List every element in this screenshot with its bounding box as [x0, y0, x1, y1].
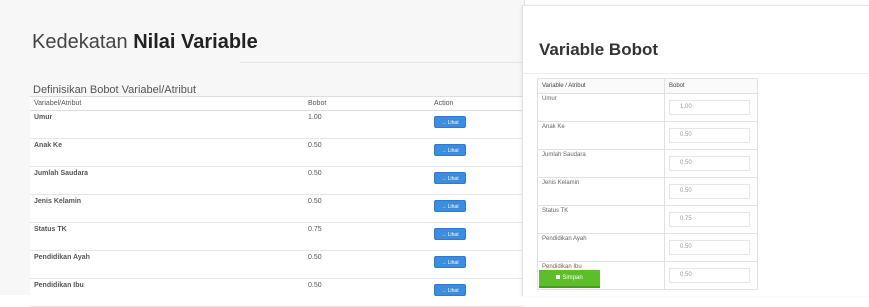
action-cell: → Lihat [430, 222, 524, 251]
variable-name: Pendidikan Ibu [30, 278, 304, 307]
table-row: Umur 1.00 → Lihat [30, 110, 524, 139]
form-bobot-cell: 0.50 [664, 177, 758, 206]
bobot-input[interactable]: 0.50 [669, 128, 750, 143]
table-row: Jumlah Saudara 0.50 → Lihat [30, 166, 524, 195]
lihat-button[interactable]: → Lihat [434, 228, 466, 240]
variable-bobot: 0.50 [304, 250, 430, 279]
action-cell: → Lihat [430, 138, 524, 167]
form-bobot-cell: 0.75 [664, 205, 758, 234]
form-variable-name: Status TK [537, 205, 665, 234]
form-row: Jumlah Saudara 0.50 [537, 149, 758, 178]
variable-bobot: 0.50 [304, 138, 430, 167]
variable-name: Umur [30, 110, 304, 139]
header-variable-atribut: Variable / Atribut [537, 78, 665, 94]
form-variable-name: Pendidikan Ayah [537, 233, 665, 262]
action-cell: → Lihat [430, 250, 524, 279]
header-action: Action [430, 96, 524, 111]
form-title-divider [523, 73, 869, 74]
table-row: Pendidikan Ayah 0.50 → Lihat [30, 250, 524, 279]
lihat-button[interactable]: → Lihat [434, 172, 466, 184]
variable-bobot: 0.50 [304, 166, 430, 195]
form-variable-name: Jenis Kelamin [537, 177, 665, 206]
form-row: Umur 1.00 [537, 93, 758, 122]
action-cell: → Lihat [430, 278, 524, 307]
form-header-row: Variable / Atribut Bobot [537, 78, 758, 94]
action-cell: → Lihat [430, 110, 524, 139]
form-row: Status TK 0.75 [537, 205, 758, 234]
lihat-button[interactable]: → Lihat [434, 284, 466, 296]
variable-name: Jenis Kelamin [30, 194, 304, 223]
title-divider [240, 62, 524, 63]
form-row: Jenis Kelamin 0.50 [537, 177, 758, 206]
header-bobot: Bobot [304, 96, 430, 111]
variable-bobot-form-panel: Variable Bobot Variable / Atribut Bobot … [522, 5, 869, 296]
save-icon [556, 275, 561, 280]
bobot-input[interactable]: 0.50 [669, 268, 750, 283]
bobot-input[interactable]: 0.50 [669, 184, 750, 199]
action-cell: → Lihat [430, 194, 524, 223]
bobot-input[interactable]: 0.50 [669, 240, 750, 255]
simpan-button[interactable]: Simpan [539, 270, 600, 288]
lihat-button[interactable]: → Lihat [434, 256, 466, 268]
variable-name: Jumlah Saudara [30, 166, 304, 195]
form-bobot-cell: 1.00 [664, 93, 758, 122]
form-bobot-cell: 0.50 [664, 149, 758, 178]
form-variable-name: Umur [537, 93, 665, 122]
variable-bobot: 0.50 [304, 278, 430, 307]
table-header-row: Variabel/Atribut Bobot Action [30, 96, 524, 111]
section-subtitle: Definisikan Bobot Variabel/Atribut [33, 84, 197, 96]
page-title: Kedekatan Nilai Variable [32, 31, 258, 54]
form-row: Anak Ke 0.50 [537, 121, 758, 150]
table-row: Pendidikan Ibu 0.50 → Lihat [30, 278, 524, 307]
action-cell: → Lihat [430, 166, 524, 195]
header-variable: Variabel/Atribut [30, 96, 304, 111]
variable-table: Variabel/Atribut Bobot Action Umur 1.00 … [30, 96, 524, 307]
variable-bobot: 0.50 [304, 194, 430, 223]
bobot-input[interactable]: 0.75 [669, 212, 750, 227]
table-row: Jenis Kelamin 0.50 → Lihat [30, 194, 524, 223]
page-title-light: Kedekatan [32, 31, 134, 53]
variable-list-panel: Kedekatan Nilai Variable Definisikan Bob… [0, 0, 525, 307]
bobot-form-table: Variable / Atribut Bobot Umur 1.00 Anak … [537, 78, 758, 290]
lihat-button[interactable]: → Lihat [434, 200, 466, 212]
bobot-input[interactable]: 0.50 [669, 156, 750, 171]
table-row: Status TK 0.75 → Lihat [30, 222, 524, 251]
lihat-button[interactable]: → Lihat [434, 116, 466, 128]
variable-name: Status TK [30, 222, 304, 251]
form-bobot-cell: 0.50 [664, 261, 758, 290]
form-row: Pendidikan Ayah 0.50 [537, 233, 758, 262]
form-variable-name: Jumlah Saudara [537, 149, 665, 178]
variable-bobot: 0.75 [304, 222, 430, 251]
table-row: Anak Ke 0.50 → Lihat [30, 138, 524, 167]
variable-name: Anak Ke [30, 138, 304, 167]
lihat-button[interactable]: → Lihat [434, 144, 466, 156]
variable-name: Pendidikan Ayah [30, 250, 304, 279]
page-title-bold: Nilai Variable [133, 31, 258, 53]
form-variable-name: Anak Ke [537, 121, 665, 150]
form-bobot-cell: 0.50 [664, 121, 758, 150]
header-bobot: Bobot [664, 78, 758, 94]
form-title: Variable Bobot [539, 40, 659, 59]
simpan-label: Simpan [562, 275, 583, 281]
form-bobot-cell: 0.50 [664, 233, 758, 262]
bobot-input[interactable]: 1.00 [669, 100, 750, 115]
variable-bobot: 1.00 [304, 110, 430, 139]
